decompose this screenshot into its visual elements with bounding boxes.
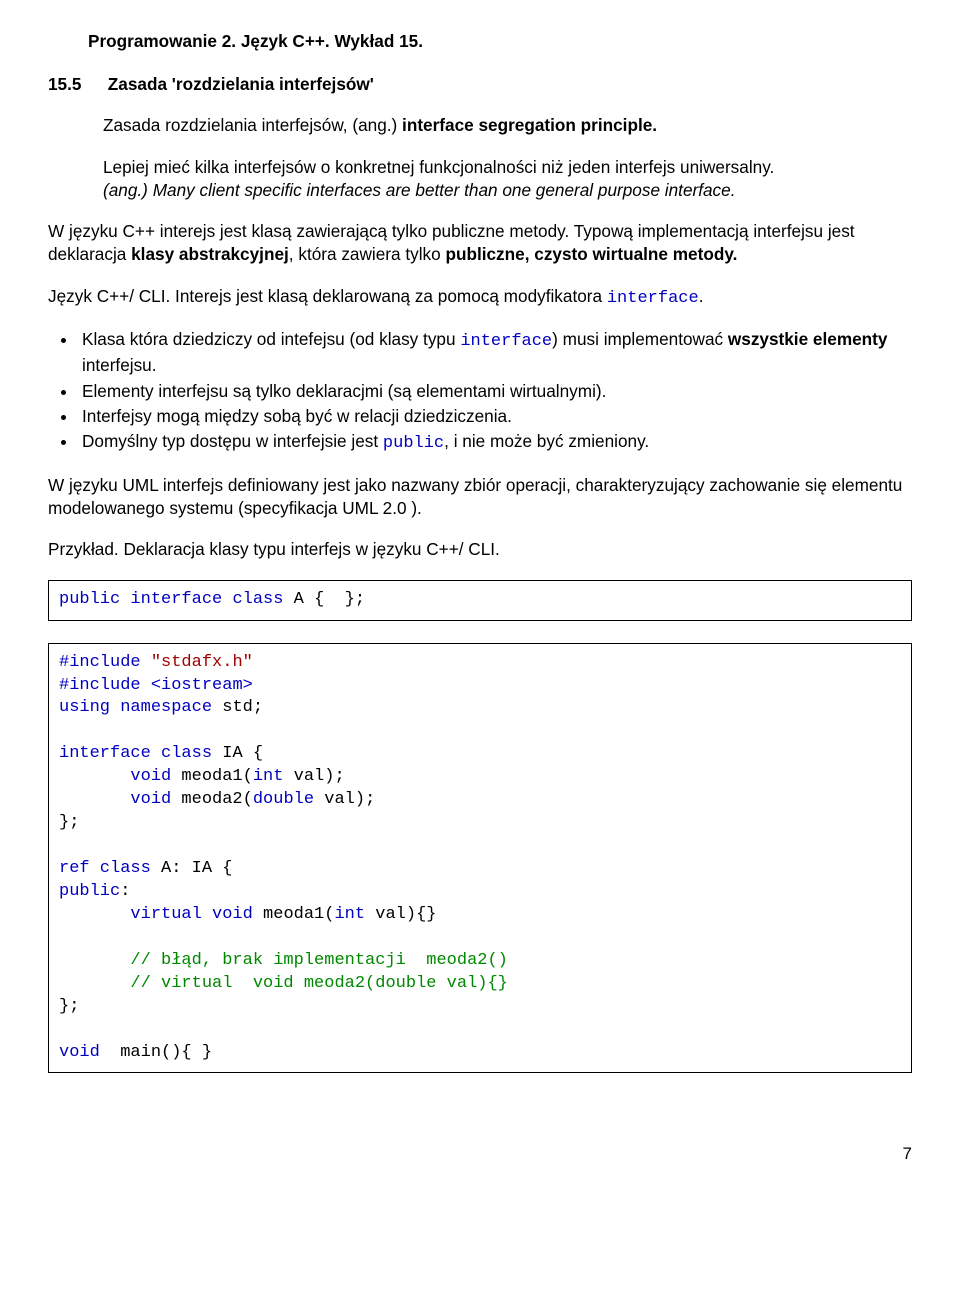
c2-l10e: val){} — [365, 905, 436, 924]
lang-a: Język C++/ CLI. Interejs jest klasą dekl… — [48, 286, 607, 306]
c2-l14a: void — [59, 1043, 100, 1062]
b4-c: , i nie może być zmieniony. — [444, 431, 649, 451]
c1-l1d: A { }; — [283, 590, 365, 609]
c2-l1b: "stdafx.h" — [141, 653, 253, 672]
c2-l6c: double — [253, 790, 314, 809]
c2-blank3 — [59, 928, 69, 947]
c2-l13: }; — [59, 997, 79, 1016]
b1-code: interface — [460, 332, 552, 351]
c2-l6b: meoda2( — [171, 790, 253, 809]
c2-l5d: val); — [283, 767, 344, 786]
lang-line: Język C++/ CLI. Interejs jest klasą dekl… — [48, 285, 912, 311]
c2-l6d: val); — [314, 790, 375, 809]
section-number: 15.5 — [48, 73, 103, 96]
c2-blank2 — [59, 836, 69, 855]
c2-l14b: main(){ } — [100, 1043, 212, 1062]
uml-paragraph: W języku UML interfejs definiowany jest … — [48, 474, 912, 520]
b4-code: public — [383, 434, 444, 453]
c2-l3a: using — [59, 698, 110, 717]
code-box-1: public interface class A { }; — [48, 580, 912, 621]
c2-l7: }; — [59, 813, 79, 832]
bullet-list: Klasa która dziedziczy od intefejsu (od … — [78, 328, 912, 456]
c2-l10c: meoda1( — [253, 905, 335, 924]
c2-l5c: int — [253, 767, 284, 786]
c2-l5a: void — [59, 767, 171, 786]
b1-e: interfejsu. — [82, 355, 157, 375]
bullet-item-1: Klasa która dziedziczy od intefejsu (od … — [78, 328, 912, 377]
c2-l4a: interface — [59, 744, 151, 763]
c1-l1b: interface — [120, 590, 222, 609]
c2-l11: // błąd, brak implementacji meoda2() — [59, 951, 508, 970]
p1-d: publiczne, czysto wirtualne metody. — [445, 244, 737, 264]
c2-l12: // virtual void meoda2(double val){} — [59, 974, 508, 993]
section-title: Zasada 'rozdzielania interfejsów' — [108, 74, 374, 94]
lang-code: interface — [607, 289, 699, 308]
c2-l4b: class — [151, 744, 212, 763]
c2-l9a: public — [59, 882, 120, 901]
definition-line: Zasada rozdzielania interfejsów, (ang.) … — [103, 114, 912, 137]
c2-l2a: #include — [59, 676, 141, 695]
lang-c: . — [699, 286, 704, 306]
bullet-item-2: Elementy interfejsu są tylko deklaracjmi… — [78, 380, 912, 403]
example-label: Przykład. Deklaracja klasy typu interfej… — [48, 538, 912, 561]
c2-l9b: : — [120, 882, 130, 901]
c2-l10d: int — [334, 905, 365, 924]
quote-text: Lepiej mieć kilka interfejsów o konkretn… — [103, 157, 774, 177]
c2-l6a: void — [59, 790, 171, 809]
section-heading: 15.5 Zasada 'rozdzielania interfejsów' — [48, 73, 912, 96]
quote-eng: Many client specific interfaces are bett… — [153, 180, 736, 200]
p1-b: klasy abstrakcyjnej — [131, 244, 289, 264]
c2-blank4 — [59, 1020, 69, 1039]
c2-l10b: void — [202, 905, 253, 924]
c2-l3b: namespace — [110, 698, 212, 717]
c1-l1c: class — [222, 590, 283, 609]
b4-a: Domyślny typ dostępu w interfejsie jest — [82, 431, 383, 451]
definition-term: interface segregation principle. — [402, 115, 657, 135]
c2-l8b: class — [90, 859, 151, 878]
bullet-item-3: Interfejsy mogą między sobą być w relacj… — [78, 405, 912, 428]
definition-prefix: Zasada rozdzielania interfejsów, (ang.) — [103, 115, 397, 135]
principle-quote: Lepiej mieć kilka interfejsów o konkretn… — [103, 156, 912, 202]
b1-d: wszystkie elementy — [728, 329, 888, 349]
page-header: Programowanie 2. Język C++. Wykład 15. — [88, 30, 912, 53]
c2-l1a: #include — [59, 653, 141, 672]
c2-l3c: std; — [212, 698, 263, 717]
c1-l1a: public — [59, 590, 120, 609]
c2-l8a: ref — [59, 859, 90, 878]
c2-l10a: virtual — [59, 905, 202, 924]
p1-c: , która zawiera tylko — [289, 244, 446, 264]
c2-l2b: <iostream> — [141, 676, 253, 695]
quote-eng-prefix: (ang.) — [103, 180, 153, 200]
c2-l5b: meoda1( — [171, 767, 253, 786]
c2-l8c: A: IA { — [151, 859, 233, 878]
code-box-2: #include "stdafx.h" #include <iostream> … — [48, 643, 912, 1074]
page-number: 7 — [48, 1143, 912, 1166]
paragraph-1: W języku C++ interejs jest klasą zawiera… — [48, 220, 912, 266]
b1-a: Klasa która dziedziczy od intefejsu (od … — [82, 329, 460, 349]
b1-c: ) musi implementować — [552, 329, 728, 349]
c2-blank1 — [59, 721, 69, 740]
bullet-item-4: Domyślny typ dostępu w interfejsie jest … — [78, 430, 912, 456]
c2-l4c: IA { — [212, 744, 263, 763]
